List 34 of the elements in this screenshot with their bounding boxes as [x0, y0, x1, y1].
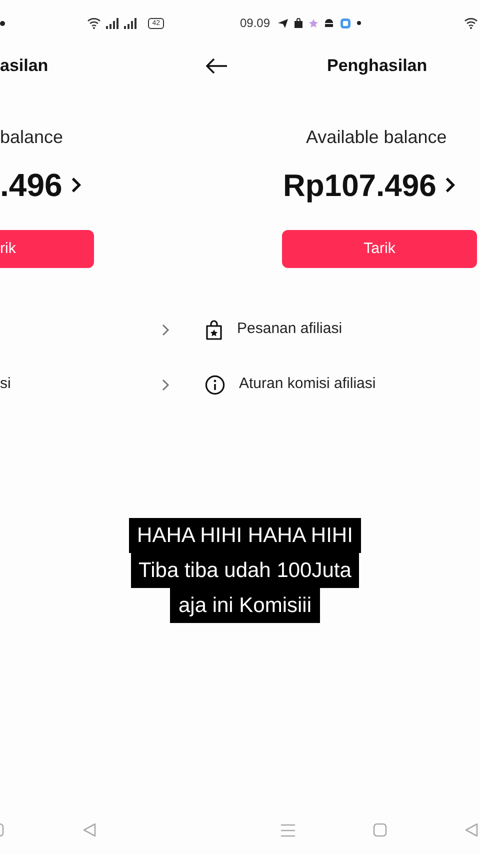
chevron-right-icon: [70, 176, 82, 194]
shopping-bag-star-icon: [205, 320, 223, 340]
shopping-bag-icon: [294, 18, 304, 28]
back-icon[interactable]: [465, 823, 478, 837]
menu-item-label[interactable]: si: [0, 373, 11, 396]
info-icon: [205, 374, 225, 394]
status-dot-icon: [0, 20, 5, 26]
balance-label: balance: [0, 126, 64, 148]
menu-icon[interactable]: [281, 824, 295, 836]
status-clock: 09.09: [240, 15, 270, 32]
paper-plane-icon: [278, 18, 288, 28]
chevron-right-icon: [161, 378, 170, 392]
home-icon[interactable]: [0, 823, 4, 837]
screen-title: asilan: [0, 55, 48, 78]
withdraw-button[interactable]: Tarik: [282, 230, 477, 268]
menu-item-label[interactable]: Pesanan afiliasi: [237, 318, 342, 341]
app-square-icon: [340, 18, 352, 28]
star-icon: [309, 18, 318, 28]
status-dot-icon: [357, 21, 362, 25]
balance-amount: .496: [0, 169, 62, 201]
menu-item-label[interactable]: Aturan komisi afiliasi: [239, 373, 376, 396]
balance-amount: Rp107.496: [283, 170, 436, 200]
back-icon[interactable]: [83, 823, 96, 837]
wifi-icon: [87, 17, 102, 29]
chevron-right-icon: [161, 322, 170, 336]
wifi-icon: [464, 17, 478, 29]
signal-icon: [106, 18, 120, 28]
chevron-right-icon: [444, 176, 456, 194]
balance-label: Available balance: [306, 126, 447, 148]
signal-icon: [124, 18, 138, 28]
home-icon[interactable]: [373, 823, 387, 837]
withdraw-button[interactable]: rik: [0, 230, 94, 268]
back-arrow-icon[interactable]: [206, 58, 228, 74]
screen-title: Penghasilan: [327, 55, 428, 78]
